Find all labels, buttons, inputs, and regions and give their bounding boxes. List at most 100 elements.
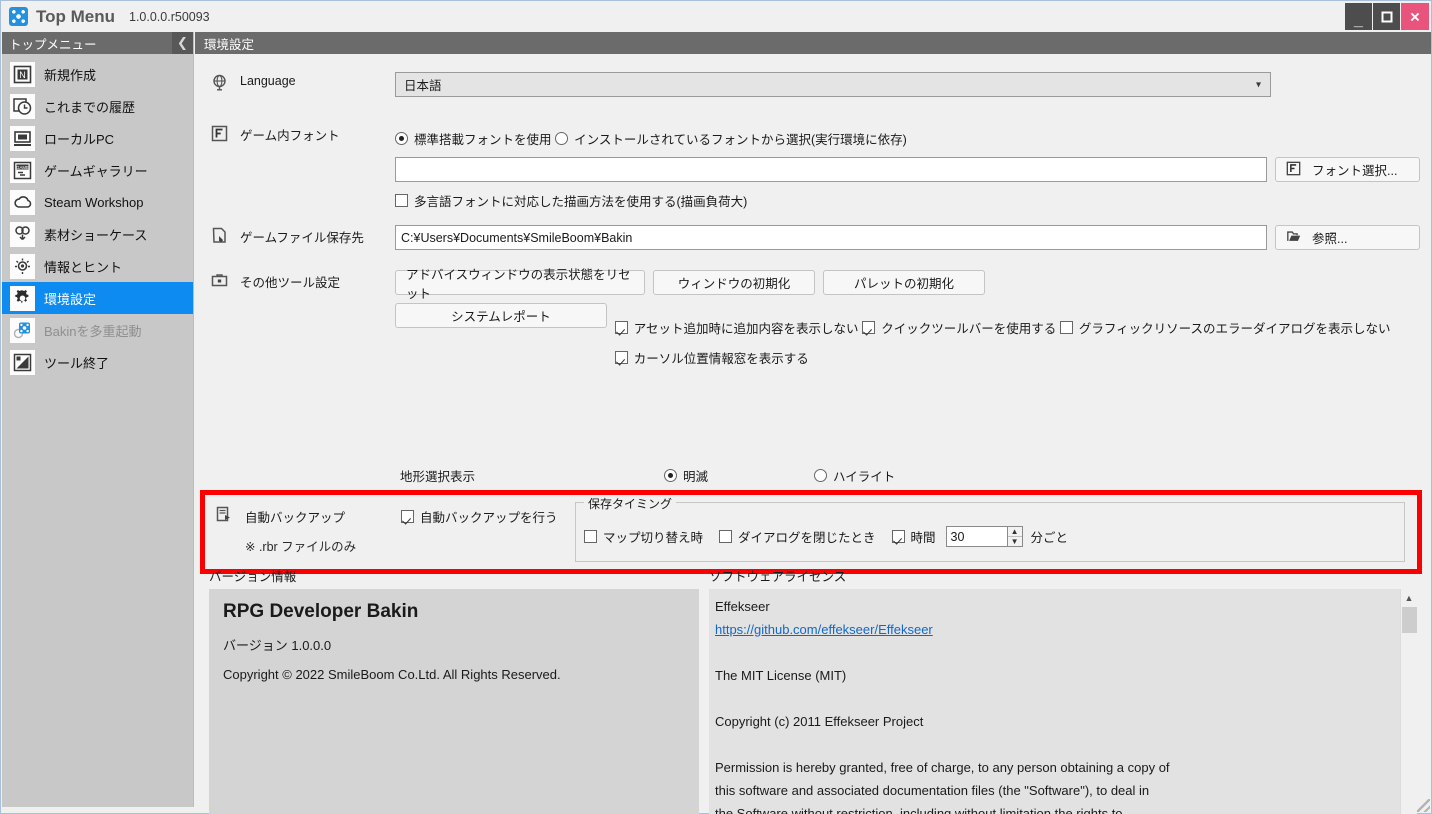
stepper-buttons[interactable]: ▲ ▼ (1007, 527, 1022, 546)
timing-interval-checkbox[interactable]: 時間 (892, 527, 936, 546)
reset-palette-label: パレットの初期化 (854, 273, 954, 292)
maximize-button[interactable] (1373, 3, 1400, 30)
reset-palette-button[interactable]: パレットの初期化 (823, 270, 985, 295)
multi-launch-icon (10, 318, 35, 343)
sidebar-item-local-pc[interactable]: ローカルPC (2, 122, 193, 154)
system-report-button[interactable]: システムレポート (395, 303, 607, 328)
font-builtin-radio[interactable]: 標準搭載フォントを使用 (395, 129, 552, 148)
enable-auto-backup-checkbox[interactable]: 自動バックアップを行う (401, 507, 558, 526)
auto-backup-note: ※ .rbr ファイルのみ (245, 536, 356, 555)
chevron-up-icon[interactable]: ▲ (1008, 527, 1022, 537)
terrain-highlight-label: ハイライト (833, 466, 895, 485)
sidebar-item-label: ツール終了 (44, 353, 109, 372)
auto-backup-label: 自動バックアップ (245, 507, 345, 526)
other-tools-row: その他ツール設定 アドバイスウィンドウの表示状態をリセット ウィンドウの初期化 … (195, 270, 1431, 367)
chevron-down-icon: ▾ (1256, 79, 1261, 90)
checkbox-mark (862, 321, 875, 334)
license-url-link[interactable]: https://github.com/effekseer/Effekseer (715, 622, 933, 637)
other-tools-controls: アドバイスウィンドウの表示状態をリセット ウィンドウの初期化 パレットの初期化 … (395, 270, 1425, 367)
hide-asset-add-checkbox[interactable]: アセット追加時に追加内容を表示しない (615, 318, 859, 337)
sidebar-item-list: N 新規作成 これまでの履歴 ローカルPC GAME ゲ (2, 54, 193, 378)
checkbox-mark (892, 530, 905, 543)
timing-map-switch-checkbox[interactable]: マップ切り替え時 (584, 527, 703, 546)
font-select-button[interactable]: フォント選択... (1275, 157, 1420, 182)
game-font-controls: 標準搭載フォントを使用 インストールされているフォントから選択(実行環境に依存) (395, 123, 1425, 210)
reset-window-button[interactable]: ウィンドウの初期化 (653, 270, 815, 295)
license-line: The MIT License (MIT) (715, 664, 1417, 687)
multilang-draw-checkbox[interactable]: 多言語フォントに対応した描画方法を使用する(描画負荷大) (395, 191, 747, 210)
hide-asset-add-label: アセット追加時に追加内容を表示しない (634, 318, 859, 337)
sidebar-item-label: 情報とヒント (44, 257, 122, 276)
hide-gfx-error-checkbox[interactable]: グラフィックリソースのエラーダイアログを表示しない (1060, 318, 1391, 337)
enable-auto-backup-label: 自動バックアップを行う (420, 507, 558, 526)
radio-mark (555, 132, 568, 145)
terrain-blink-radio[interactable]: 明滅 (664, 466, 814, 485)
timing-interval-label: 時間 (911, 527, 936, 546)
save-path-row-label: ゲームファイル保存先 (195, 225, 395, 246)
tool-checkbox-group: アセット追加時に追加内容を表示しない クイックツールバーを使用する グラフィック… (615, 303, 1425, 367)
sidebar-item-exit[interactable]: ツール終了 (2, 346, 193, 378)
license-line: Permission is hereby granted, free of ch… (715, 756, 1417, 779)
sidebar-item-game-gallery[interactable]: GAME ゲームギャラリー (2, 154, 193, 186)
language-value: 日本語 (404, 75, 442, 94)
product-name: RPG Developer Bakin (223, 601, 699, 623)
sidebar-item-multi-launch[interactable]: Bakinを多重起動 (2, 314, 193, 346)
backup-interval-stepper[interactable]: 30 ▲ ▼ (946, 526, 1023, 547)
checkbox-mark (584, 530, 597, 543)
sidebar-item-label: 環境設定 (44, 289, 96, 308)
chevron-up-icon[interactable]: ▲ (1401, 589, 1417, 606)
backup-interval-unit: 分ごと (1031, 527, 1069, 546)
terrain-display-label: 地形選択表示 (400, 466, 664, 485)
sidebar-item-new-project[interactable]: N 新規作成 (2, 58, 193, 90)
timing-map-switch-label: マップ切り替え時 (603, 527, 703, 546)
sidebar-item-asset-showcase[interactable]: 素材ショーケース (2, 218, 193, 250)
version-info-section: バージョン情報 RPG Developer Bakin バージョン 1.0.0.… (209, 566, 699, 814)
content-header-label: 環境設定 (204, 34, 254, 53)
history-icon (10, 94, 35, 119)
sidebar-collapse-button[interactable]: ❮ (172, 32, 193, 54)
toolbox-icon (211, 272, 228, 289)
sidebar-item-label: Bakinを多重起動 (44, 321, 142, 340)
backup-icon (216, 506, 233, 523)
timing-dialog-close-checkbox[interactable]: ダイアログを閉じたとき (719, 527, 876, 546)
gear-icon (10, 286, 35, 311)
quick-toolbar-checkbox[interactable]: クイックツールバーを使用する (862, 318, 1056, 337)
license-scrollbar[interactable]: ▲ ▼ (1400, 589, 1417, 814)
folder-open-icon (1286, 229, 1303, 246)
settings-content: 環境設定 Language 日本語 ▾ (195, 32, 1431, 807)
language-select[interactable]: 日本語 ▾ (395, 72, 1271, 97)
chevron-down-icon[interactable]: ▼ (1008, 537, 1022, 546)
version-info-panel: RPG Developer Bakin バージョン 1.0.0.0 Copyri… (209, 589, 699, 814)
scrollbar-thumb[interactable] (1402, 607, 1417, 633)
product-version: バージョン 1.0.0.0 (223, 635, 699, 654)
save-path-input[interactable]: C:¥Users¥Documents¥SmileBoom¥Bakin (395, 225, 1267, 250)
cursor-pos-window-checkbox[interactable]: カーソル位置情報窓を表示する (615, 348, 809, 367)
minimize-icon: _ (1354, 13, 1363, 29)
sidebar-item-history[interactable]: これまでの履歴 (2, 90, 193, 122)
sidebar-header-label: トップメニュー (9, 34, 97, 53)
close-button[interactable]: × (1401, 3, 1429, 30)
maximize-icon (1381, 11, 1392, 22)
game-font-row: ゲーム内フォント 標準搭載フォントを使用 インストールされているフォントから選択… (195, 123, 1431, 210)
sidebar: トップメニュー ❮ N 新規作成 これまでの履歴 (2, 32, 194, 807)
font-installed-radio[interactable]: インストールされているフォントから選択(実行環境に依存) (555, 129, 907, 148)
checkbox-mark (615, 351, 628, 364)
license-text-panel: Effekseer https://github.com/effekseer/E… (709, 589, 1417, 814)
sidebar-item-info-hints[interactable]: 情報とヒント (2, 250, 193, 282)
save-path-row: ゲームファイル保存先 C:¥Users¥Documents¥SmileBoom¥… (195, 225, 1431, 250)
font-name-input[interactable] (395, 157, 1267, 182)
terrain-highlight-radio[interactable]: ハイライト (814, 466, 895, 485)
reset-window-label: ウィンドウの初期化 (678, 273, 791, 292)
checkbox-mark (1060, 321, 1073, 334)
window-resize-grip[interactable] (1417, 799, 1430, 812)
browse-button[interactable]: 参照... (1275, 225, 1420, 250)
lightbulb-icon (10, 254, 35, 279)
system-report-label: システムレポート (451, 306, 551, 325)
cursor-pos-window-label: カーソル位置情報窓を表示する (634, 348, 809, 367)
license-line: the Software without restriction, includ… (715, 802, 1417, 814)
minimize-button[interactable]: _ (1345, 3, 1372, 30)
sidebar-item-settings[interactable]: 環境設定 (2, 282, 193, 314)
reset-advice-window-button[interactable]: アドバイスウィンドウの表示状態をリセット (395, 270, 645, 295)
license-line (715, 641, 1417, 664)
sidebar-item-steam-workshop[interactable]: Steam Workshop (2, 186, 193, 218)
